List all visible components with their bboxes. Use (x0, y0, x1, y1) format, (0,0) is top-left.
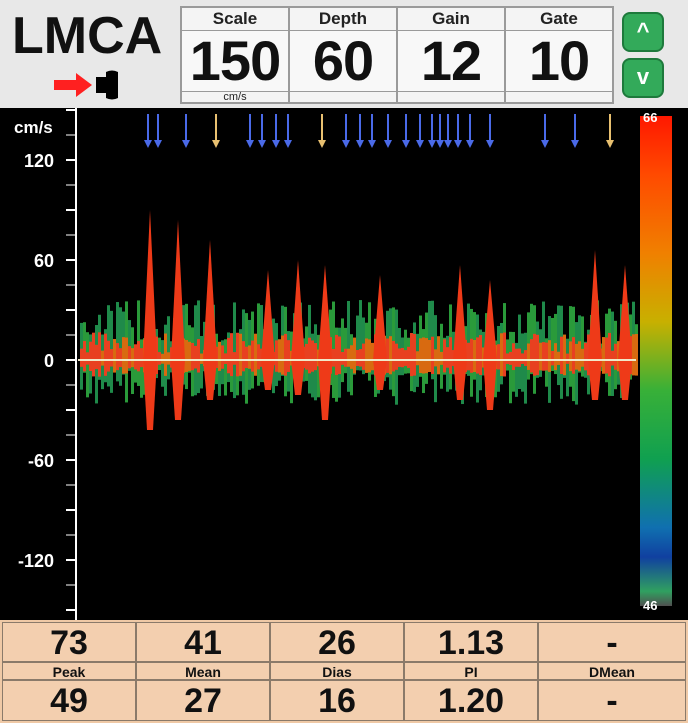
gain-label: Gain (432, 9, 470, 28)
depth-panel[interactable]: Depth 60 (288, 6, 398, 104)
probe-direction-icon (52, 68, 132, 107)
scroll-up-button[interactable]: ^ (622, 12, 664, 52)
peak-label: Peak (2, 662, 136, 680)
mean-label: Mean (136, 662, 270, 680)
dmean-value: - (538, 622, 686, 662)
dias-label: Dias (270, 662, 404, 680)
depth-label: Depth (318, 9, 368, 28)
gain-panel[interactable]: Gain 12 (396, 6, 506, 104)
pi-value: 1.13 (404, 622, 538, 662)
results-panel: 73 41 26 1.13 - Peak Mean Dias PI DMean … (0, 620, 688, 723)
ytick-label: -120 (17, 551, 54, 571)
scroll-down-button[interactable]: v (622, 58, 664, 98)
spectrum-plot (66, 108, 638, 620)
doppler-spectrum-display: cm/s 120 60 0 -60 -120 66 46 (0, 108, 688, 620)
gate-panel[interactable]: Gate 10 (504, 6, 614, 104)
colorbar-max-label: 66 (643, 110, 658, 125)
colorbar-min-label: 46 (643, 598, 658, 613)
velocity-unit-label: cm/s (14, 118, 53, 137)
dias-value-2: 16 (270, 680, 404, 721)
scale-panel[interactable]: Scale 150 cm/s (180, 6, 290, 104)
dias-value: 26 (270, 622, 404, 662)
gate-label: Gate (540, 9, 578, 28)
ytick-label: 60 (33, 251, 54, 271)
spectral-trace (80, 210, 638, 430)
color-scale-bar (640, 116, 672, 606)
scale-unit: cm/s (223, 91, 247, 103)
mean-value-2: 27 (136, 680, 270, 721)
y-axis-ticks (66, 109, 76, 611)
header-bar: LMCA Scale 150 cm/s Depth 60 Gain 12 Gat… (0, 0, 688, 108)
chevron-up-icon: ^ (636, 18, 650, 43)
vessel-label: LMCA (12, 7, 163, 65)
depth-value: 60 (290, 30, 396, 92)
dmean-value-2: - (538, 680, 686, 721)
dmean-label: DMean (538, 662, 686, 680)
scale-label: Scale (212, 9, 258, 28)
scale-value: 150 (182, 30, 288, 92)
ytick-label: 120 (23, 151, 54, 171)
gate-value: 10 (506, 30, 612, 92)
ytick-label: 0 (43, 351, 54, 371)
beat-markers (144, 114, 614, 148)
mean-value: 41 (136, 622, 270, 662)
ytick-label: -60 (27, 451, 54, 471)
peak-value-2: 49 (2, 680, 136, 721)
chevron-down-icon: v (636, 64, 650, 89)
pi-label: PI (404, 662, 538, 680)
gain-value: 12 (398, 30, 504, 92)
peak-value: 73 (2, 622, 136, 662)
pi-value-2: 1.20 (404, 680, 538, 721)
